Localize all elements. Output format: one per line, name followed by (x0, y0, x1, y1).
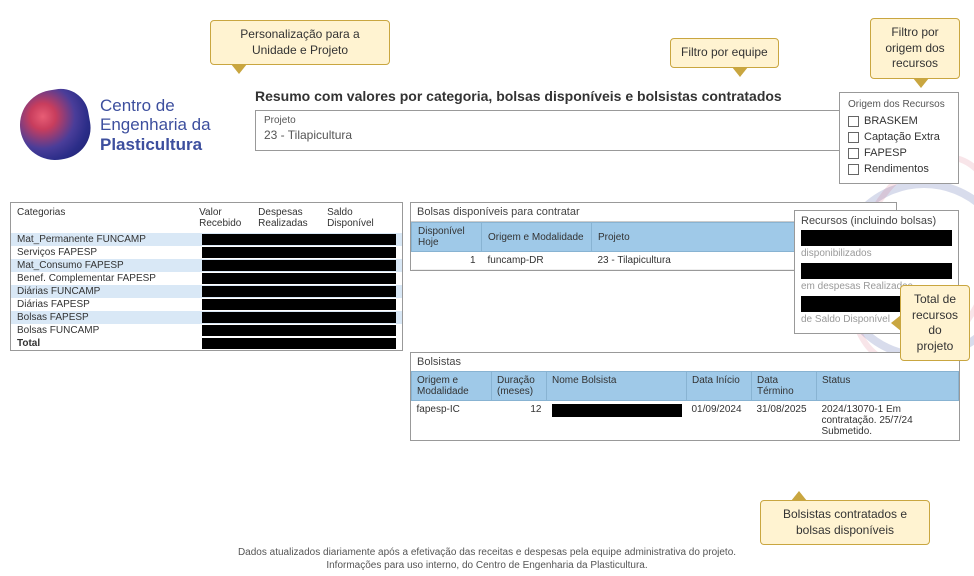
redacted-name (552, 404, 682, 417)
origem-option-rendimentos[interactable]: Rendimentos (848, 161, 950, 177)
cat-header-despesas[interactable]: Despesas Realizadas (258, 207, 327, 229)
origem-filter: Origem dos Recursos BRASKEM Captação Ext… (839, 92, 959, 184)
footer: Dados atualizados diariamente após a efe… (0, 546, 974, 572)
bolsistas-h-nome[interactable]: Nome Bolsista (547, 372, 687, 401)
table-row[interactable]: Benef. Complementar FAPESP (11, 272, 402, 285)
cat-name: Diárias FAPESP (17, 299, 202, 310)
recursos-value-redacted (801, 230, 952, 246)
cat-total-label: Total (17, 338, 202, 349)
recursos-value-redacted (801, 263, 952, 279)
table-row[interactable]: Mat_Permanente FUNCAMP (11, 233, 402, 246)
table-row[interactable]: Bolsas FUNCAMP (11, 324, 402, 337)
callout-bolsistas: Bolsistas contratados e bolsas disponíve… (760, 500, 930, 545)
cat-header-saldo[interactable]: Saldo Disponível (327, 207, 396, 229)
footer-line1: Dados atualizados diariamente após a efe… (0, 546, 974, 559)
table-row-total: Total (11, 337, 402, 350)
redacted-value (202, 286, 396, 297)
bolsistas-h-status[interactable]: Status (817, 372, 959, 401)
callout-filtro-equipe: Filtro por equipe (670, 38, 779, 68)
redacted-value (202, 234, 396, 245)
project-label: Projeto (264, 115, 876, 126)
callout-filtro-origem: Filtro por origem dos recursos (870, 18, 960, 79)
table-row[interactable]: Bolsas FAPESP (11, 311, 402, 324)
checkbox-icon (848, 132, 859, 143)
logo-area: Centro de Engenharia da Plasticultura (20, 90, 211, 160)
logo-text: Centro de Engenharia da Plasticultura (100, 96, 211, 155)
categorias-table: Categorias Valor Recebido Despesas Reali… (10, 202, 403, 351)
redacted-value (202, 273, 396, 284)
table-row[interactable]: Mat_Consumo FAPESP (11, 259, 402, 272)
logo-icon (14, 84, 95, 165)
cat-name: Benef. Complementar FAPESP (17, 273, 202, 284)
page-title: Resumo com valores por categoria, bolsas… (255, 88, 885, 104)
redacted-value (202, 247, 396, 258)
table-row[interactable]: fapesp-IC1201/09/202431/08/20252024/1307… (412, 401, 959, 441)
recursos-sub1: disponibilizados (801, 248, 952, 259)
cat-name: Diárias FUNCAMP (17, 286, 202, 297)
bolsistas-h-termino[interactable]: Data Término (752, 372, 817, 401)
bolsistas-title: Bolsistas (411, 353, 959, 371)
cat-name: Serviços FAPESP (17, 247, 202, 258)
checkbox-icon (848, 164, 859, 175)
cat-name: Bolsas FUNCAMP (17, 325, 202, 336)
origem-option-captacao[interactable]: Captação Extra (848, 129, 950, 145)
redacted-value (202, 299, 396, 310)
callout-total-recursos: Total de recursos do projeto (900, 285, 970, 361)
callout-personalizacao: Personalização para a Unidade e Projeto (210, 20, 390, 65)
bolsistas-h-origem[interactable]: Origem e Modalidade (412, 372, 492, 401)
bolsistas-h-inicio[interactable]: Data Início (687, 372, 752, 401)
origem-option-fapesp[interactable]: FAPESP (848, 145, 950, 161)
origem-option-braskem[interactable]: BRASKEM (848, 113, 950, 129)
footer-line2: Informações para uso interno, do Centro … (0, 559, 974, 572)
redacted-value (202, 325, 396, 336)
bolsas-h-origem[interactable]: Origem e Modalidade (482, 223, 592, 252)
recursos-title: Recursos (incluindo bolsas) (801, 215, 952, 227)
table-row[interactable]: Diárias FAPESP (11, 298, 402, 311)
table-row[interactable]: Serviços FAPESP (11, 246, 402, 259)
project-select[interactable]: Projeto 23 - Tilapicultura ⌄ (255, 110, 885, 151)
cat-header-categorias[interactable]: Categorias (17, 207, 199, 229)
bolsistas-table: Bolsistas Origem e Modalidade Duração (m… (410, 352, 960, 441)
table-row[interactable]: Diárias FUNCAMP (11, 285, 402, 298)
origem-label: Origem dos Recursos (848, 99, 950, 110)
cat-name: Mat_Consumo FAPESP (17, 260, 202, 271)
redacted-value (202, 338, 396, 349)
logo-line2: Engenharia da (100, 115, 211, 135)
bolsistas-h-duracao[interactable]: Duração (meses) (492, 372, 547, 401)
title-block: Resumo com valores por categoria, bolsas… (255, 88, 885, 151)
cat-name: Mat_Permanente FUNCAMP (17, 234, 202, 245)
project-value: 23 - Tilapicultura (264, 128, 876, 142)
bolsas-h-disp[interactable]: Disponível Hoje (412, 223, 482, 252)
logo-line3: Plasticultura (100, 135, 211, 155)
checkbox-icon (848, 116, 859, 127)
cat-name: Bolsas FAPESP (17, 312, 202, 323)
checkbox-icon (848, 148, 859, 159)
redacted-value (202, 312, 396, 323)
logo-line1: Centro de (100, 96, 211, 116)
cat-header-valor[interactable]: Valor Recebido (199, 207, 258, 229)
redacted-value (202, 260, 396, 271)
